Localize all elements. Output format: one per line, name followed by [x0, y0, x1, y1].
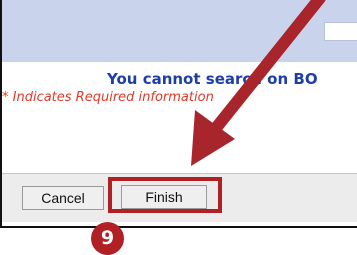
search-field-partial[interactable] — [324, 22, 357, 41]
header-band — [2, 0, 357, 62]
step-number-badge: 9 — [91, 222, 124, 255]
search-warning-message: You cannot search on BO — [107, 70, 318, 88]
finish-highlight-box — [108, 177, 222, 213]
cancel-button[interactable]: Cancel — [22, 186, 104, 210]
screenshot-stage: You cannot search on BO * Indicates Requ… — [0, 0, 357, 255]
required-information-note: * Indicates Required information — [2, 90, 214, 105]
